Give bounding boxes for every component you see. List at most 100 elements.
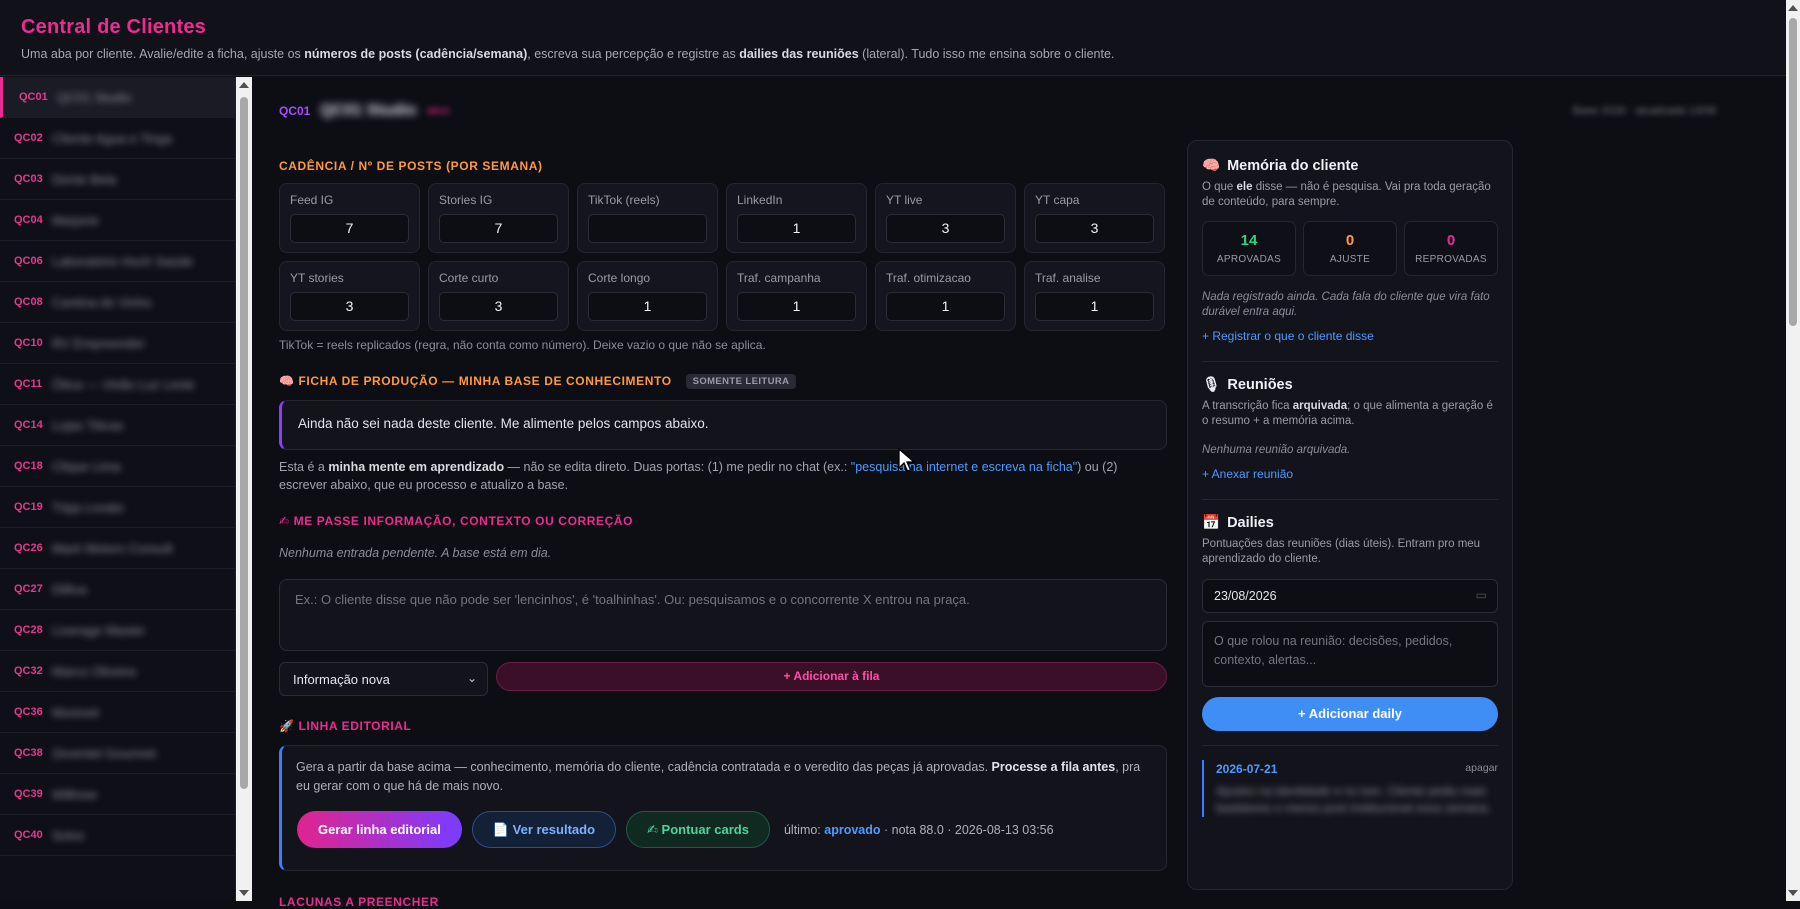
writing-hand-icon: ✍ — [279, 514, 290, 528]
cadence-value-input[interactable]: 7 — [290, 214, 409, 243]
cadence-card: YT capa 3 — [1024, 183, 1165, 253]
client-code: QC40 — [14, 829, 43, 841]
ficha-description: Esta é a minha mente em aprendizado — nã… — [279, 460, 1118, 492]
cadence-label: Stories IG — [439, 193, 493, 207]
sidebar-item-qc28[interactable]: QC28 Liverage Master — [0, 610, 235, 651]
page-title: Central de Clientes — [21, 16, 206, 38]
cadence-value-input[interactable]: 3 — [886, 214, 1005, 243]
sidebar-item-qc27[interactable]: QC27 Dilliva — [0, 569, 235, 610]
register-client-said-link[interactable]: + Registrar o que o cliente disse — [1202, 329, 1498, 343]
cadence-value-input[interactable]: 1 — [886, 292, 1005, 321]
cadence-card: LinkedIn 1 — [726, 183, 867, 253]
cadence-value-input[interactable]: 1 — [737, 292, 856, 321]
client-name: Marjorie — [52, 212, 99, 228]
sidebar-item-qc02[interactable]: QC02 Cliente Agua e Tinga — [0, 118, 235, 159]
client-name: Maré Motors Consult — [52, 540, 173, 556]
delete-daily-link[interactable]: apagar — [1465, 762, 1498, 774]
client-header: QC01 QC01 Studio ativo — [279, 102, 450, 120]
sidebar-item-qc06[interactable]: QC06 Laboratório Hoch Saúde — [0, 241, 235, 282]
client-name: Marco Oliveira — [52, 663, 136, 679]
sidebar-item-qc36[interactable]: QC36 Murexet — [0, 692, 235, 733]
cadence-value-input[interactable]: 3 — [1035, 214, 1154, 243]
editorial-status: último: aprovado · nota 88.0 · 2026-08-1… — [783, 822, 1054, 837]
page-scrollbar[interactable] — [1786, 0, 1800, 901]
sidebar-item-qc39[interactable]: QC39 Willnow — [0, 774, 235, 815]
cadence-card: Traf. analise 1 — [1024, 261, 1165, 331]
client-name: Willnow — [52, 786, 97, 802]
daily-entry-text: Ajustes na identidade e no tom. Cliente … — [1216, 784, 1491, 815]
sidebar-item-qc08[interactable]: QC08 Cantina do Vinho — [0, 282, 235, 323]
client-name: Cliente Agua e Tinga — [52, 130, 172, 146]
scroll-up-arrow[interactable] — [1788, 5, 1798, 11]
meetings-note: Nenhuma reunião arquivada. — [1202, 444, 1351, 456]
cadence-value-input[interactable]: 3 — [290, 292, 409, 321]
client-code: QC19 — [14, 501, 43, 513]
daily-textarea[interactable]: O que rolou na reunião: decisões, pedido… — [1202, 621, 1498, 687]
memory-note: Nada registrado ainda. Cada fala do clie… — [1202, 291, 1490, 318]
client-name: Laboratório Hoch Saúde — [52, 253, 193, 269]
daily-date-input[interactable]: 23/08/2026 ▭ — [1202, 579, 1498, 613]
sidebar-item-qc19[interactable]: QC19 Tripp Lovato — [0, 487, 235, 528]
cadence-label: Corte longo — [588, 271, 651, 285]
chat-example-link[interactable]: "pesquisa na internet e escreva na ficha… — [851, 460, 1077, 474]
cadence-value-input[interactable]: 7 — [439, 214, 558, 243]
sidebar-item-qc11[interactable]: QC11 Ótica — Visão Luz Leste — [0, 364, 235, 405]
sidebar-item-qc10[interactable]: QC10 RV Empreender — [0, 323, 235, 364]
view-result-button[interactable]: 📄 Ver resultado — [471, 811, 617, 848]
sidebar-item-qc04[interactable]: QC04 Marjorie — [0, 200, 235, 241]
meetings-subtitle: A transcrição fica arquivada; o que alim… — [1202, 400, 1493, 427]
client-name: Lojas Titicas — [52, 417, 124, 433]
sidebar-item-qc40[interactable]: QC40 Solvo — [0, 815, 235, 856]
divider — [1202, 745, 1498, 746]
attach-meeting-link[interactable]: + Anexar reunião — [1202, 467, 1498, 481]
stat-label: REPROVADAS — [1415, 254, 1487, 265]
generate-editorial-button[interactable]: Gerar linha editorial — [297, 811, 462, 848]
client-name: Zeventel Gourmet — [52, 745, 157, 761]
sidebar-item-qc03[interactable]: QC03 Dente Bela — [0, 159, 235, 200]
add-to-queue-button[interactable]: + Adicionar à fila — [496, 662, 1167, 691]
client-name: QC01 Studio — [57, 89, 132, 105]
cadence-value-input[interactable] — [588, 214, 707, 243]
sidebar-item-qc38[interactable]: QC38 Zeventel Gourmet — [0, 733, 235, 774]
cadence-value-input[interactable]: 1 — [1035, 292, 1154, 321]
sidebar-item-qc01[interactable]: QC01 QC01 Studio — [0, 77, 235, 118]
stat-count: 14 — [1240, 232, 1258, 249]
calendar-icon[interactable]: ▭ — [1476, 588, 1487, 602]
scroll-down-arrow[interactable] — [239, 890, 249, 896]
sidebar-item-qc18[interactable]: QC18 Clique Lima — [0, 446, 235, 487]
divider — [1202, 361, 1498, 362]
client-code: QC26 — [14, 542, 43, 554]
client-code: QC36 — [14, 706, 43, 718]
cadence-value-input[interactable]: 1 — [737, 214, 856, 243]
scrollbar-thumb[interactable] — [240, 97, 248, 789]
brain-icon: 🧠 — [279, 374, 295, 388]
cadence-card: YT stories 3 — [279, 261, 420, 331]
sidebar-scrollbar[interactable] — [236, 77, 252, 901]
entry-type-select[interactable]: Informação nova ⌄ — [279, 662, 488, 696]
page-subtitle: Uma aba por cliente. Avalie/edite a fich… — [21, 47, 1115, 61]
client-code: QC32 — [14, 665, 43, 677]
memory-stats: 14 APROVADAS 0 AJUSTE 0 REPROVADAS — [1202, 221, 1498, 276]
client-code: QC39 — [14, 788, 43, 800]
scroll-down-arrow[interactable] — [1788, 890, 1798, 896]
cadence-value-input[interactable]: 3 — [439, 292, 558, 321]
info-textarea[interactable]: Ex.: O cliente disse que não pode ser 'l… — [279, 579, 1167, 651]
client-code: QC38 — [14, 747, 43, 759]
dailies-title: 📅 Dailies — [1202, 514, 1274, 532]
stat-reprovadas: 0 REPROVADAS — [1404, 221, 1498, 276]
score-cards-button[interactable]: ✍ Pontuar cards — [626, 811, 770, 848]
client-code: QC27 — [14, 583, 43, 595]
scrollbar-thumb[interactable] — [1789, 18, 1797, 326]
cadence-value-input[interactable]: 1 — [588, 292, 707, 321]
input-section-title: ✍ ME PASSE INFORMAÇÃO, CONTEXTO OU CORRE… — [279, 514, 634, 528]
client-main-panel: QC01 QC01 Studio ativo Base 2026 · atual… — [252, 77, 1786, 909]
client-name: Clique Lima — [52, 458, 121, 474]
add-daily-button[interactable]: + Adicionar daily — [1202, 697, 1498, 731]
scroll-up-arrow[interactable] — [239, 82, 249, 88]
sidebar-item-qc14[interactable]: QC14 Lojas Titicas — [0, 405, 235, 446]
sidebar-item-qc26[interactable]: QC26 Maré Motors Consult — [0, 528, 235, 569]
cadence-title: CADÊNCIA / Nº DE POSTS (POR SEMANA) — [279, 159, 543, 173]
client-name: RV Empreender — [52, 335, 145, 351]
sidebar-item-qc32[interactable]: QC32 Marco Oliveira — [0, 651, 235, 692]
calendar-icon: 📅 — [1202, 515, 1221, 531]
